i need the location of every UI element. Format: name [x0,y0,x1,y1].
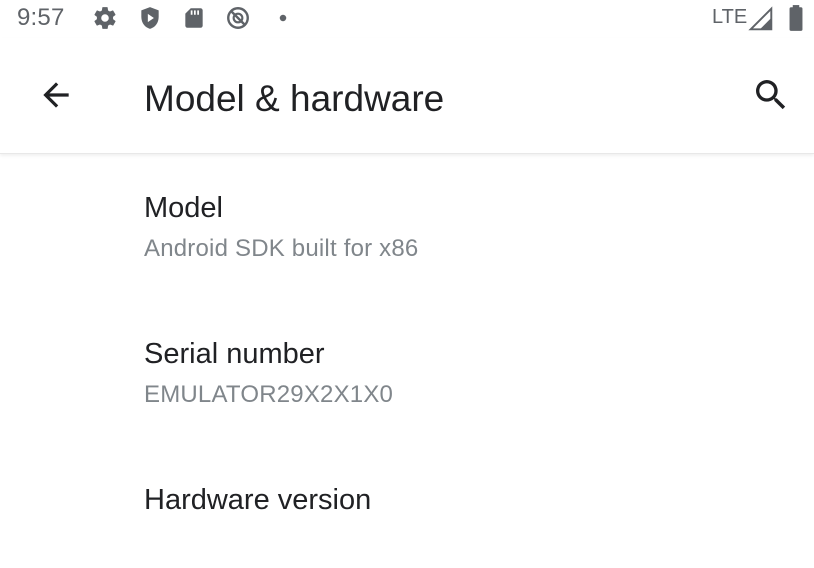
list-item-hardware-version[interactable]: Hardware version [0,446,814,568]
battery-icon [783,5,809,31]
item-title: Hardware version [144,484,372,516]
network-type-label: LTE [712,6,748,28]
status-bar: 9:57 LTE [0,0,814,38]
arrow-back-icon [37,76,75,119]
list-item-serial-number[interactable]: Serial number EMULATOR29X2X1X0 [0,300,814,446]
status-time: 9:57 [17,4,65,31]
sd-card-icon [181,5,207,31]
item-title: Serial number [144,338,325,370]
settings-screen: 9:57 LTE Model & hardware Model Android … [0,0,814,568]
search-icon [751,75,791,120]
back-button[interactable] [30,71,82,123]
gear-icon [92,5,118,31]
page-title: Model & hardware [144,78,445,119]
list-item-model[interactable]: Model Android SDK built for x86 [0,154,814,300]
no-entry-circle-icon [225,5,251,31]
dot-icon [270,5,296,31]
signal-icon [748,6,774,32]
item-summary: EMULATOR29X2X1X0 [144,381,394,408]
app-bar: Model & hardware [0,38,814,154]
shield-icon [137,5,163,31]
item-summary: Android SDK built for x86 [144,235,419,262]
item-title: Model [144,192,223,224]
search-button[interactable] [745,71,797,123]
